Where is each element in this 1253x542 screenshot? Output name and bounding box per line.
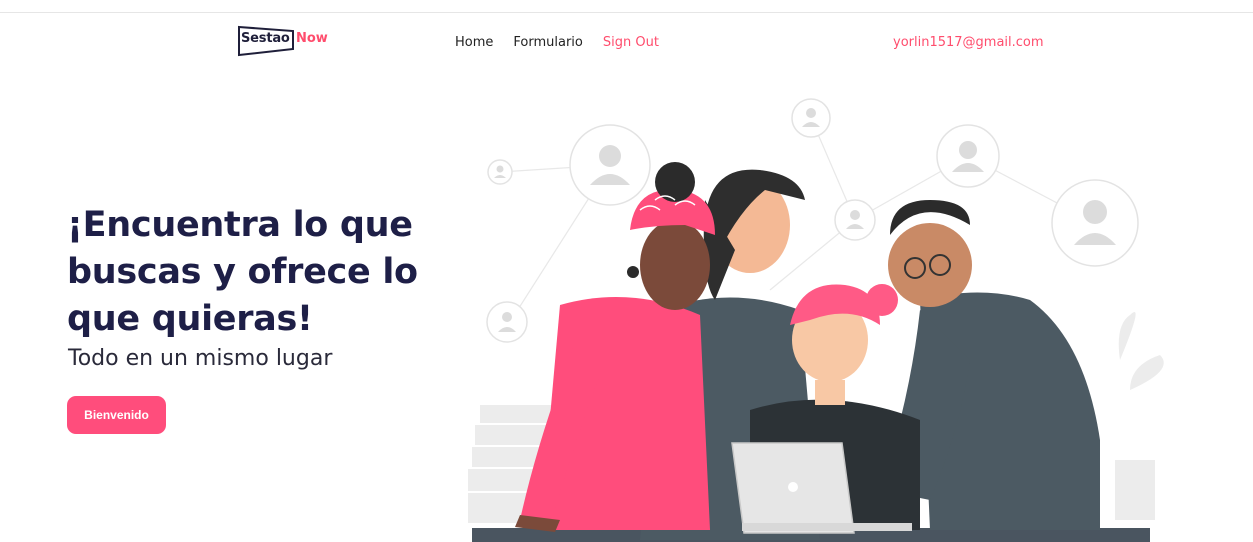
navbar: Sestao Now Home Formulario Sign Out yorl…: [0, 13, 1253, 73]
nav-link-sign-out[interactable]: Sign Out: [603, 35, 659, 50]
hero-illustration: [450, 90, 1210, 542]
logo-frame: Sestao: [237, 23, 295, 57]
nav-link-formulario[interactable]: Formulario: [513, 35, 582, 50]
brand-name-part1: Sestao: [241, 31, 290, 46]
hero-subtitle: Todo en un mismo lugar: [68, 346, 333, 371]
hero-title: ¡Encuentra lo que buscas y ofrece lo que…: [67, 205, 418, 339]
user-email[interactable]: yorlin1517@gmail.com: [893, 35, 1044, 50]
brand-name-part2: Now: [296, 30, 328, 46]
nav-link-home[interactable]: Home: [455, 35, 493, 50]
welcome-button[interactable]: Bienvenido: [67, 396, 166, 434]
main-nav: Home Formulario Sign Out: [455, 35, 659, 50]
brand-logo[interactable]: Sestao Now: [237, 23, 328, 57]
team-illustration: [468, 98, 1164, 542]
